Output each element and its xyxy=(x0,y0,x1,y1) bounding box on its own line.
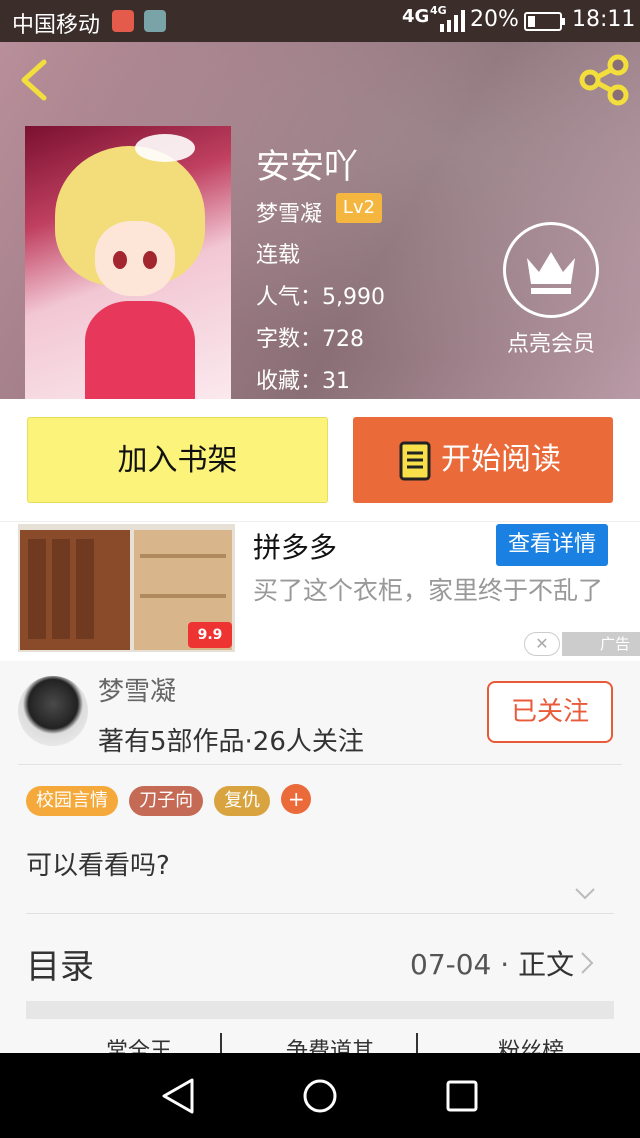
toc-latest-chapter[interactable]: 07-04 · 正文 xyxy=(410,943,574,983)
add-tag-icon[interactable]: + xyxy=(281,784,312,814)
crown-icon xyxy=(503,222,599,318)
cover-art-dress xyxy=(85,301,195,399)
wardrobe-shelf xyxy=(140,554,226,558)
signal-icon xyxy=(440,10,465,32)
ad-price-tag: 9.9 xyxy=(188,622,232,648)
book-intro: 可以看看吗? xyxy=(26,851,170,881)
wardrobe-shelf xyxy=(140,594,226,598)
wardrobe-panel xyxy=(52,539,70,639)
divider xyxy=(26,913,614,914)
stat-popularity: 人气：5,990 xyxy=(256,285,385,310)
bottom-tabs-partial: 常全王 争费道其 粉丝榜 xyxy=(26,1033,614,1053)
book-icon xyxy=(399,441,431,481)
author-level-badge: Lv2 xyxy=(336,193,382,223)
divider xyxy=(18,764,622,765)
ad-title: 拼多多 xyxy=(253,531,338,564)
tag-list: 校园言情 刀子向 复仇 + xyxy=(26,784,312,816)
clock: 18:11 xyxy=(572,7,636,32)
cover-art-face xyxy=(95,221,175,296)
section-separator xyxy=(26,1001,614,1019)
book-cover[interactable] xyxy=(25,126,231,399)
cover-art-eye xyxy=(143,251,157,269)
tab-partial[interactable]: 争费道其 xyxy=(286,1033,374,1053)
battery-percent: 20% xyxy=(470,7,519,32)
carrier-label: 中国移动 xyxy=(12,13,101,38)
author-section: 梦雪凝 著有5部作品·26人关注 已关注 校园言情 刀子向 复仇 + 可以看看吗… xyxy=(0,661,640,1053)
action-bar: 加入书架 开始阅读 xyxy=(0,399,640,521)
ad-description: 买了这个衣柜，家里终于不乱了 xyxy=(253,576,604,605)
tag-campus-romance[interactable]: 校园言情 xyxy=(26,786,118,816)
book-header: 安安吖 梦雪凝 Lv2 连载 人气：5,990 字数：728 收藏：31 点亮会… xyxy=(0,42,640,399)
ad-label: 广告 xyxy=(562,632,640,656)
wardrobe-panel xyxy=(28,539,46,639)
tab-partial[interactable]: 常全王 xyxy=(106,1033,172,1053)
battery-icon xyxy=(524,12,565,31)
system-nav-bar xyxy=(0,1053,640,1138)
start-reading-label: 开始阅读 xyxy=(441,442,561,477)
share-icon[interactable] xyxy=(578,54,630,106)
tab-partial[interactable]: 粉丝榜 xyxy=(498,1033,564,1053)
network-label: 4G xyxy=(402,6,430,27)
tag-angst[interactable]: 刀子向 xyxy=(129,786,204,816)
stat-favorites: 收藏：31 xyxy=(256,369,350,394)
start-reading-button[interactable]: 开始阅读 xyxy=(353,417,613,503)
author-name[interactable]: 梦雪凝 xyxy=(98,671,176,708)
tab-separator xyxy=(416,1033,418,1053)
nav-back-icon[interactable] xyxy=(160,1077,196,1115)
follow-button[interactable]: 已关注 xyxy=(487,681,613,743)
back-icon[interactable] xyxy=(14,58,54,102)
ad-banner[interactable]: 9.9 拼多多 查看详情 买了这个衣柜，家里终于不乱了 ✕ 广告 xyxy=(0,521,640,661)
ad-image[interactable]: 9.9 xyxy=(18,524,235,652)
chevron-right-icon[interactable] xyxy=(580,951,594,975)
add-to-shelf-button[interactable]: 加入书架 xyxy=(27,417,328,503)
toc-title[interactable]: 目录 xyxy=(26,939,94,988)
cover-art-eye xyxy=(113,251,127,269)
author-avatar[interactable] xyxy=(18,676,88,746)
vip-button[interactable]: 点亮会员 xyxy=(496,222,606,362)
notification-app-icon xyxy=(112,10,134,32)
stat-word-count: 字数：728 xyxy=(256,327,364,352)
ad-close-icon[interactable]: ✕ xyxy=(524,632,560,656)
book-author[interactable]: 梦雪凝 xyxy=(256,196,322,228)
status-bar: 中国移动 4G 4G 20% 18:11 xyxy=(0,0,640,42)
cover-art-wing xyxy=(135,134,195,162)
nav-home-icon[interactable] xyxy=(302,1078,338,1114)
toc-latest-type: 正文 xyxy=(518,948,575,981)
author-meta: 著有5部作品·26人关注 xyxy=(98,727,364,757)
book-status: 连载 xyxy=(256,243,301,268)
tab-separator xyxy=(220,1033,222,1053)
expand-chevron-down-icon[interactable] xyxy=(574,887,596,901)
ad-details-button[interactable]: 查看详情 xyxy=(496,524,608,566)
tag-revenge[interactable]: 复仇 xyxy=(214,786,271,816)
vip-label: 点亮会员 xyxy=(506,332,595,357)
notification-game-icon xyxy=(144,10,166,32)
wardrobe-panel xyxy=(76,539,94,639)
book-title: 安安吖 xyxy=(256,147,358,187)
nav-recents-icon[interactable] xyxy=(446,1080,478,1112)
toc-latest-date: 07-04 · xyxy=(410,948,519,981)
